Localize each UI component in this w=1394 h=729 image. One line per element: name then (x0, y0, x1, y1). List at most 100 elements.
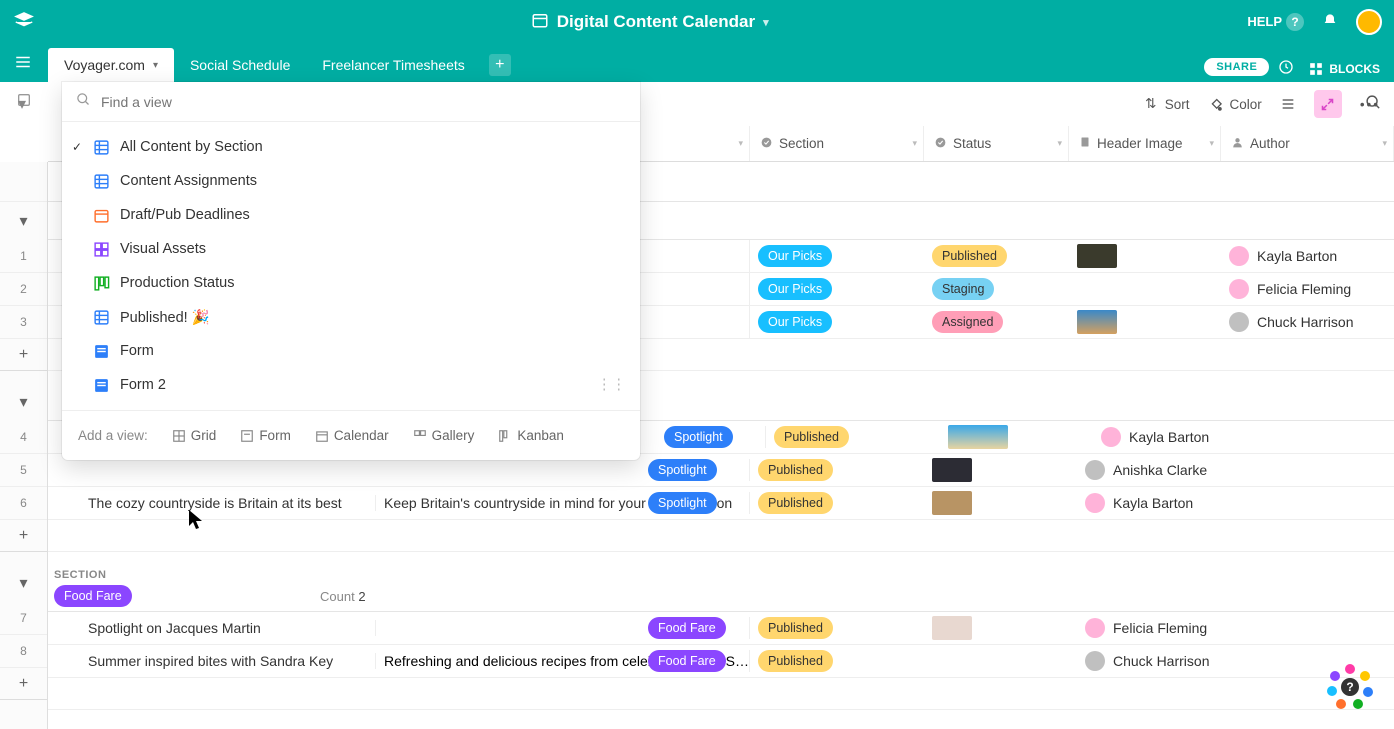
select-icon (934, 136, 947, 152)
expand-group-button[interactable]: ▾ (0, 202, 47, 240)
view-item-form[interactable]: Form (62, 334, 640, 368)
person-icon (1231, 136, 1244, 152)
section-pill: Our Picks (758, 278, 832, 300)
avatar (1229, 246, 1249, 266)
bell-icon[interactable] (1322, 13, 1338, 32)
add-row-button[interactable]: + (0, 339, 47, 371)
find-view-input[interactable] (101, 94, 626, 110)
history-icon[interactable] (1277, 58, 1295, 76)
section-pill: Our Picks (758, 245, 832, 267)
base-title[interactable]: Digital Content Calendar (557, 12, 755, 32)
add-tab-button[interactable]: + (489, 54, 511, 76)
attachment-icon (1079, 135, 1091, 152)
color-button[interactable]: Color (1208, 96, 1262, 112)
status-pill: Assigned (932, 311, 1003, 333)
view-item-published[interactable]: Published! 🎉 (62, 300, 640, 334)
add-calendar-view[interactable]: Calendar (315, 428, 389, 443)
status-pill: Staging (932, 278, 994, 300)
search-icon[interactable] (1365, 94, 1382, 116)
column-header-author[interactable]: Author▾ (1221, 126, 1394, 161)
column-header-status[interactable]: Status▾ (924, 126, 1069, 161)
avatar (1229, 279, 1249, 299)
status-pill: Published (932, 245, 1007, 267)
user-avatar[interactable] (1356, 9, 1382, 35)
cell-title: Summer inspired bites with Sandra Key (48, 653, 376, 669)
row-number[interactable]: 2 (0, 273, 47, 306)
view-item-content-assignments[interactable]: Content Assignments (62, 164, 640, 198)
sort-icon: ⇅ (1143, 96, 1159, 112)
svg-text:?: ? (1346, 680, 1353, 694)
view-item-all-content[interactable]: ✓All Content by Section (62, 130, 640, 164)
section-pill: Food Fare (648, 617, 726, 639)
thumbnail (932, 491, 972, 515)
row-number[interactable]: 3 (0, 306, 47, 339)
cell-title: Spotlight on Jacques Martin (48, 620, 376, 636)
chevron-down-icon: ▾ (153, 60, 158, 71)
row-number[interactable]: 4 (0, 421, 47, 454)
intercom-launcher[interactable]: ? (1324, 659, 1376, 711)
table-row[interactable]: Summer inspired bites with Sandra KeyRef… (48, 645, 1394, 678)
add-form-view[interactable]: Form (240, 428, 291, 443)
view-item-draft-deadlines[interactable]: Draft/Pub Deadlines (62, 198, 640, 232)
expand-view-button[interactable] (1314, 90, 1342, 118)
row-number[interactable]: 8 (0, 635, 47, 668)
cell-title: The cozy countryside is Britain at its b… (48, 495, 376, 511)
add-row-button[interactable]: + (0, 520, 47, 552)
chevron-down-icon: ▾ (912, 138, 917, 149)
row-number[interactable]: 5 (0, 454, 47, 487)
chevron-down-icon[interactable]: ▾ (763, 16, 769, 29)
status-pill: Published (758, 459, 833, 481)
grid-icon (92, 308, 110, 326)
tab-social-schedule[interactable]: Social Schedule (174, 48, 306, 82)
row-number[interactable]: 7 (0, 602, 47, 635)
status-pill: Published (758, 492, 833, 514)
add-view-label: Add a view: (78, 428, 148, 443)
app-logo-icon[interactable] (12, 10, 36, 34)
search-icon (76, 92, 91, 112)
form-icon (92, 342, 110, 360)
row-number[interactable]: 1 (0, 240, 47, 273)
column-header-blank[interactable]: ▾ (640, 126, 750, 161)
add-gallery-view[interactable]: Gallery (413, 428, 475, 443)
gallery-icon (92, 240, 110, 258)
column-header-image[interactable]: Header Image▾ (1069, 126, 1221, 161)
share-button[interactable]: SHARE (1204, 58, 1269, 76)
section-pill: Food Fare (648, 650, 726, 672)
row-number[interactable]: 6 (0, 487, 47, 520)
column-header-section[interactable]: Section▾ (750, 126, 924, 161)
kanban-icon (92, 274, 110, 292)
expand-group-button[interactable]: ▾ (0, 383, 47, 421)
view-item-visual-assets[interactable]: Visual Assets (62, 232, 640, 266)
help-link[interactable]: HELP? (1247, 13, 1304, 31)
view-item-form-2[interactable]: Form 2⋮⋮ (62, 368, 640, 402)
form-icon (92, 376, 110, 394)
views-dropdown: ✓All Content by Section Content Assignme… (62, 82, 640, 460)
status-pill: Published (774, 426, 849, 448)
help-icon: ? (1286, 13, 1304, 31)
check-icon: ✓ (72, 140, 82, 154)
calendar-icon (92, 206, 110, 224)
bucket-icon (1208, 96, 1224, 112)
avatar (1085, 493, 1105, 513)
add-row-button[interactable]: + (0, 668, 47, 700)
table-row[interactable]: The cozy countryside is Britain at its b… (48, 487, 1394, 520)
blocks-button[interactable]: BLOCKS (1309, 62, 1380, 76)
status-pill: Published (758, 650, 833, 672)
add-grid-view[interactable]: Grid (172, 428, 217, 443)
drag-handle-icon[interactable]: ⋮⋮ (597, 377, 626, 393)
select-icon (760, 136, 773, 152)
tab-voyager[interactable]: Voyager.com▾ (48, 48, 174, 82)
sort-button[interactable]: ⇅Sort (1143, 96, 1190, 112)
collapse-views-button[interactable]: ▾ (18, 94, 26, 114)
table-row[interactable]: Spotlight on Jacques Martin Food FarePub… (48, 612, 1394, 645)
row-height-button[interactable] (1280, 96, 1296, 112)
avatar (1101, 427, 1121, 447)
expand-group-button[interactable]: ▾ (0, 564, 47, 602)
chevron-down-icon: ▾ (1382, 138, 1387, 149)
section-pill: Spotlight (648, 459, 717, 481)
hamburger-icon[interactable] (14, 53, 32, 76)
view-item-production-status[interactable]: Production Status (62, 266, 640, 300)
thumbnail (1077, 310, 1117, 334)
add-kanban-view[interactable]: Kanban (498, 428, 564, 443)
tab-freelancer-timesheets[interactable]: Freelancer Timesheets (306, 48, 480, 82)
